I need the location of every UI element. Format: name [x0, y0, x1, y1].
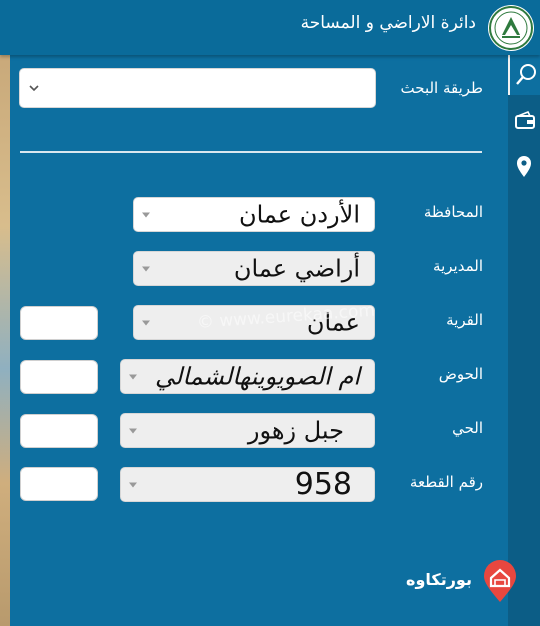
rail-location-button[interactable] [508, 147, 540, 187]
neighborhood-value: جبل زهور [247, 415, 344, 444]
neighborhood-code-input[interactable] [20, 414, 98, 448]
governorate-label: المحافظة [423, 203, 483, 221]
neighborhood-select[interactable]: جبل زهور [120, 413, 375, 448]
dropdown-arrow-icon [142, 212, 150, 217]
plot-code-input[interactable] [20, 467, 98, 501]
governorate-value: الأردن عمان [238, 199, 360, 228]
brand-pin-icon [484, 560, 516, 602]
basin-label: الحوض [438, 365, 483, 383]
map-background[interactable] [0, 55, 10, 626]
village-label: القرية [446, 311, 483, 329]
search-icon [516, 64, 536, 85]
app-header: دائرة الاراضي و المساحة [0, 0, 540, 55]
dropdown-arrow-icon [142, 320, 150, 325]
side-rail [508, 55, 540, 626]
directorate-value: أراضي عمان [233, 253, 360, 282]
dropdown-arrow-icon [129, 428, 137, 433]
plot-number-label: رقم القطعة [409, 473, 483, 491]
search-method-select[interactable] [19, 68, 376, 108]
neighborhood-label: الحي [452, 419, 483, 437]
search-method-label: طريقة البحث [400, 79, 483, 97]
brand-name: بورتكاوه [406, 570, 472, 589]
dropdown-arrow-icon [129, 482, 137, 487]
directorate-label: المديرية [433, 257, 483, 275]
divider [20, 151, 482, 153]
rail-search-button[interactable] [508, 55, 540, 95]
plot-number-value: 958 [294, 466, 352, 502]
dls-logo-icon [488, 5, 534, 51]
rail-wallet-button[interactable] [508, 103, 540, 143]
location-pin-icon [517, 156, 531, 177]
page-title: دائرة الاراضي و المساحة [300, 13, 476, 33]
basin-select[interactable]: ام الصويوينهالشمالي [120, 359, 375, 394]
village-code-input[interactable] [20, 306, 98, 340]
basin-value: ام الصويوينهالشمالي [155, 361, 360, 390]
basin-code-input[interactable] [20, 360, 98, 394]
dropdown-arrow-icon [142, 266, 150, 271]
governorate-select[interactable]: الأردن عمان [133, 197, 375, 232]
chevron-down-icon [29, 85, 39, 92]
search-panel [10, 55, 508, 626]
directorate-select[interactable]: أراضي عمان [133, 251, 375, 286]
plot-number-select[interactable]: 958 [120, 466, 375, 502]
wallet-icon [515, 111, 535, 129]
dropdown-arrow-icon [129, 374, 137, 379]
brand-logo: بورتكاوه [406, 560, 520, 604]
